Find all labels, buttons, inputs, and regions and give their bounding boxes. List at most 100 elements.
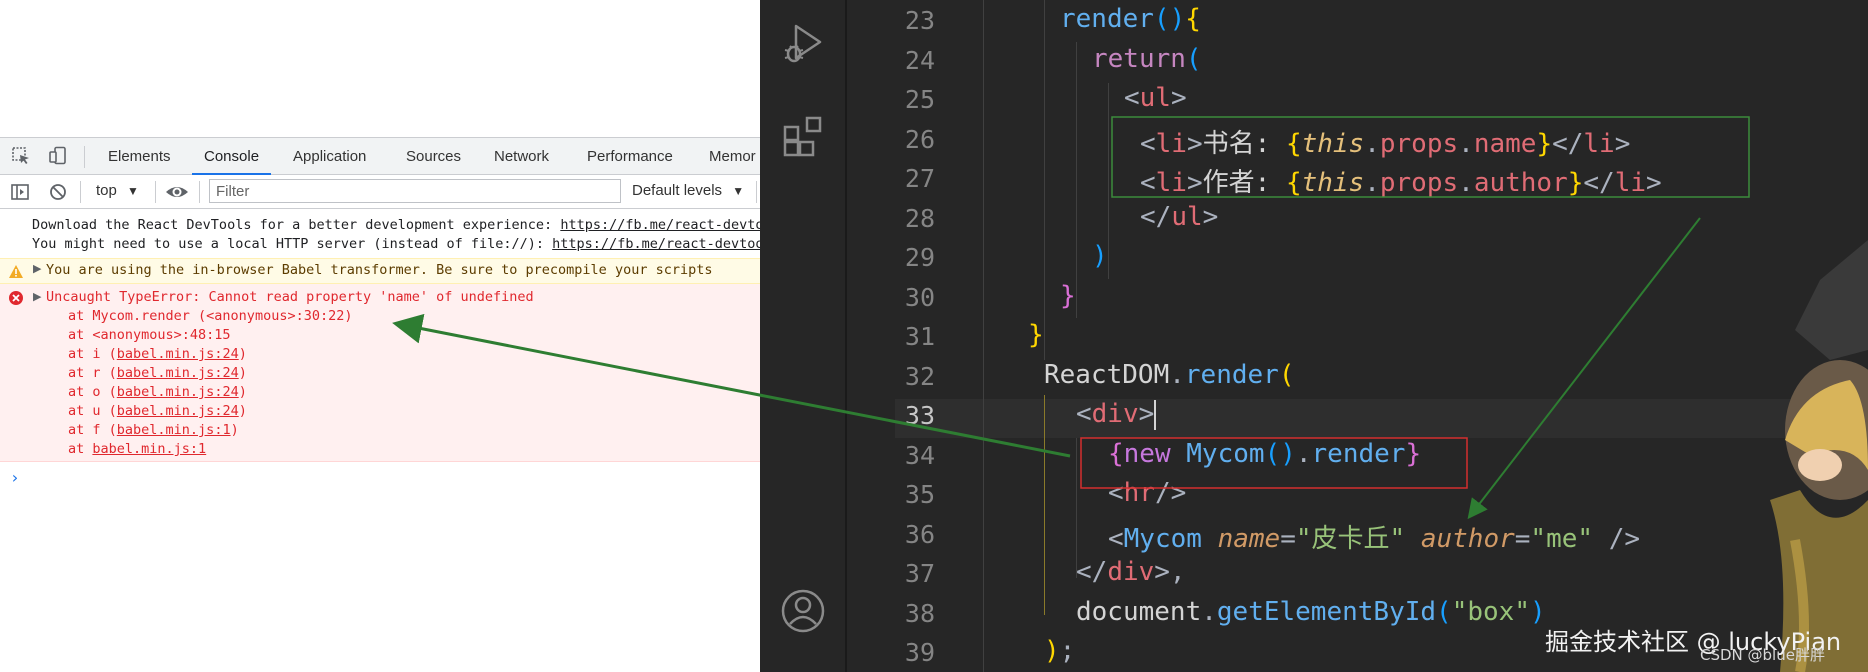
line-number: 35 <box>904 480 935 509</box>
tok: props <box>1379 168 1459 198</box>
tok: new <box>1123 439 1171 469</box>
frame-link[interactable]: babel.min.js:24 <box>117 384 239 400</box>
context-value: top <box>96 182 117 199</box>
frame-prefix: at u ( <box>68 403 117 419</box>
account-icon[interactable] <box>780 588 826 634</box>
code-line-23: render(){ <box>1060 4 1201 34</box>
line-number: 23 <box>904 6 935 35</box>
toolbar-divider <box>80 181 81 203</box>
code-line-32: ReactDOM.render( <box>1044 360 1295 390</box>
extensions-icon[interactable] <box>782 114 826 158</box>
code-line-33: <div> <box>1076 399 1157 430</box>
device-toolbar-icon[interactable] <box>48 146 68 166</box>
line-number: 29 <box>904 243 935 272</box>
line-number: 25 <box>904 85 935 114</box>
sidebar-toggle-icon[interactable] <box>10 182 30 202</box>
frame-suffix: ) <box>238 384 247 400</box>
line-number: 26 <box>904 125 935 154</box>
tok: li <box>1155 168 1187 198</box>
tok: Mycom <box>1123 524 1202 554</box>
console-toolbar: top ▼ Default levels ▼ <box>0 175 760 209</box>
code-line-27: <li>作者: {this.props.author}</li> <box>1140 168 1662 198</box>
stack-frame: at o (babel.min.js:24) <box>68 384 247 400</box>
stack-frame: at u (babel.min.js:24) <box>68 403 247 419</box>
tab-network[interactable]: Network <box>494 138 549 175</box>
log-levels-select[interactable]: Default levels ▼ <box>632 182 744 199</box>
tok: 书名: <box>1202 129 1286 159</box>
stack-frame: at Mycom.render (<anonymous>:30:22) <box>68 308 352 324</box>
context-select[interactable]: top ▼ <box>96 182 139 199</box>
tok: 作者: <box>1202 168 1286 198</box>
filter-input[interactable] <box>209 179 621 203</box>
tok: "me" <box>1530 524 1594 554</box>
tab-sources[interactable]: Sources <box>406 138 461 175</box>
run-debug-icon[interactable] <box>780 22 826 68</box>
code-line-34: {new Mycom().render} <box>1108 439 1422 469</box>
tab-application[interactable]: Application <box>293 138 366 175</box>
console-info-messages: Download the React DevTools for a better… <box>0 213 760 259</box>
tab-console[interactable]: Console <box>192 138 272 175</box>
message-text: Download the React DevTools for a better… <box>32 217 561 233</box>
tab-memory[interactable]: Memor <box>709 138 756 175</box>
line-number: 31 <box>904 322 935 351</box>
frame-prefix: at i ( <box>68 346 117 362</box>
line-number: 39 <box>904 638 935 667</box>
message-link[interactable]: https://fb.me/react-devtools <box>560 217 760 233</box>
clear-console-icon[interactable] <box>48 182 68 202</box>
frame-link[interactable]: babel.min.js:1 <box>92 441 206 457</box>
tok: div <box>1091 399 1139 429</box>
activity-bar <box>760 0 845 672</box>
tok: li <box>1155 129 1187 159</box>
toolbar-divider <box>199 181 200 203</box>
stack-frame: at i (babel.min.js:24) <box>68 346 247 362</box>
frame-link[interactable]: babel.min.js:24 <box>117 403 239 419</box>
code-line-36: <Mycom name="皮卡丘" author="me" /> <box>1108 524 1641 554</box>
stack-frame: at <anonymous>:48:15 <box>68 327 231 343</box>
tok: render <box>1184 360 1279 390</box>
line-number: 27 <box>904 164 935 193</box>
error-text: Uncaught TypeError: Cannot read property… <box>46 289 534 305</box>
frame-link[interactable]: babel.min.js:24 <box>117 365 239 381</box>
frame-suffix: ) <box>238 403 247 419</box>
console-prompt[interactable]: › <box>10 468 20 487</box>
tok: props <box>1379 129 1459 159</box>
frame-suffix: ) <box>230 422 239 438</box>
stack-frame: at babel.min.js:1 <box>68 441 206 457</box>
tok: render <box>1060 4 1154 34</box>
tok: div <box>1107 557 1155 587</box>
line-number: 28 <box>904 204 935 233</box>
line-number: 34 <box>904 441 935 470</box>
expand-triangle-icon[interactable]: ▶ <box>33 262 41 275</box>
tok: ReactDOM <box>1044 360 1170 390</box>
inspect-element-icon[interactable] <box>11 146 31 166</box>
code-line-31: } <box>1028 320 1044 350</box>
tok: "box" <box>1451 597 1530 627</box>
line-number: 30 <box>904 283 935 312</box>
console-error: ▶ Uncaught TypeError: Cannot read proper… <box>0 284 760 462</box>
eye-icon[interactable] <box>165 182 189 202</box>
warning-icon <box>9 265 23 278</box>
watermark-sub: CSDN @blue胖胖 <box>1700 646 1825 664</box>
code-line-28: </ul> <box>1140 202 1219 232</box>
expand-triangle-icon[interactable]: ▶ <box>33 290 41 303</box>
frame-link[interactable]: babel.min.js:1 <box>117 422 231 438</box>
tok: ul <box>1171 202 1203 232</box>
line-number: 32 <box>904 362 935 391</box>
tok: name <box>1217 524 1281 554</box>
frame-link[interactable]: babel.min.js:24 <box>117 346 239 362</box>
tab-elements[interactable]: Elements <box>108 138 171 175</box>
code-line-38: document.getElementById("box") <box>1076 597 1546 627</box>
error-icon <box>9 291 23 305</box>
code-line-25: <ul> <box>1124 83 1187 113</box>
chevron-down-icon: ▼ <box>732 184 745 198</box>
code-line-26: <li>书名: {this.props.name}</li> <box>1140 129 1631 159</box>
levels-value: Default levels <box>632 182 723 199</box>
line-number-current: 33 <box>904 401 935 430</box>
code-line-24: return( <box>1092 44 1202 74</box>
tab-performance[interactable]: Performance <box>587 138 673 175</box>
message-link[interactable]: https://fb.me/react-devtools <box>552 236 760 252</box>
code-line-30: } <box>1060 281 1076 311</box>
code-line-35: <hr/> <box>1108 478 1187 508</box>
indent-guide <box>1076 42 1077 318</box>
indent-guide <box>1044 0 1045 360</box>
